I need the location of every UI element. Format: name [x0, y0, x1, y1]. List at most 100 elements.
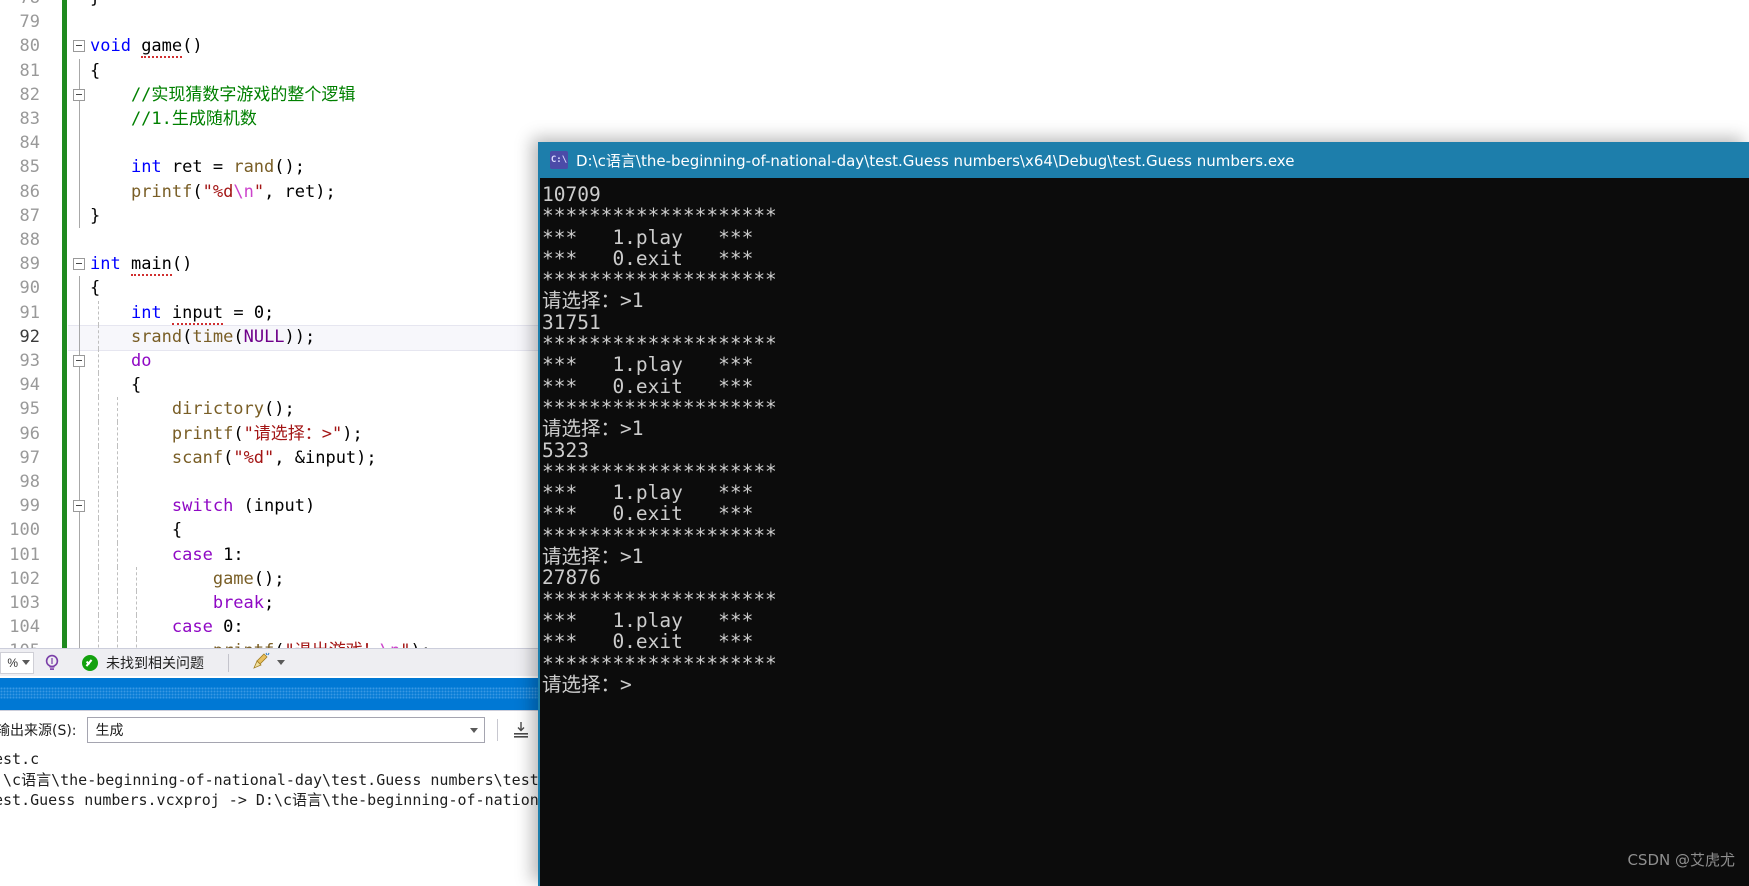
indent-guide: [79, 203, 80, 228]
code-line-text: void game(): [90, 34, 203, 59]
code-line-text: }: [90, 204, 100, 228]
collapse-toggle-icon[interactable]: [73, 40, 85, 53]
code-line[interactable]: 83 //1.生成随机数: [0, 107, 1100, 132]
code-token: (: [233, 326, 244, 347]
code-token: case: [171, 617, 213, 638]
console-line: 请选择：>1: [542, 289, 644, 313]
code-token: case: [171, 544, 213, 565]
console-line: 5323: [542, 438, 589, 462]
line-number: 81: [19, 60, 40, 81]
console-output-area[interactable]: 10709 ******************** *** 1.play *** *…: [538, 178, 1749, 886]
change-marker: [62, 228, 67, 253]
code-token: ));: [284, 326, 316, 347]
check-circle-icon: [82, 654, 98, 671]
console-window[interactable]: C:\ D:\c语言\the-beginning-of-national-day…: [538, 142, 1749, 886]
indent-guide: [79, 58, 80, 83]
console-line: *** 0.exit ***: [542, 502, 754, 526]
console-app-icon: C:\: [550, 151, 568, 169]
code-line[interactable]: 81 {: [0, 58, 1100, 83]
change-marker: [62, 82, 67, 107]
indent-guide: [79, 421, 80, 446]
code-token: (): [171, 254, 193, 275]
indent-guide: [79, 615, 80, 640]
code-line-text: printf("%d\n", ret);: [90, 180, 336, 204]
line-number: 103: [9, 593, 40, 613]
code-token: "%d": [233, 447, 275, 468]
code-token: (: [274, 641, 284, 648]
collapse-toggle-icon[interactable]: [73, 500, 85, 513]
line-number: 82: [19, 84, 40, 105]
change-marker: [62, 639, 67, 648]
code-token: ();: [264, 399, 295, 420]
change-marker: [62, 131, 67, 156]
code-token: {: [90, 375, 142, 396]
change-marker: [62, 276, 67, 301]
code-token: switch: [171, 496, 234, 517]
console-title-bar[interactable]: C:\ D:\c语言\the-beginning-of-national-day…: [538, 142, 1749, 178]
change-marker: [62, 349, 67, 374]
collapse-toggle-icon[interactable]: [73, 88, 85, 101]
console-line: 请选择：>1: [542, 417, 644, 441]
chevron-down-icon: [22, 660, 30, 665]
code-line[interactable]: 80 void game(): [0, 34, 1100, 59]
code-token: //1.生成随机数: [90, 109, 257, 129]
code-line-text: scanf("%d", &input);: [90, 446, 377, 470]
change-marker: [62, 494, 67, 519]
code-line[interactable]: 82 //实现猜数字游戏的整个逻辑: [0, 82, 1100, 107]
collapse-toggle-icon[interactable]: [73, 355, 85, 367]
code-line-text: int ret = rand();: [90, 155, 305, 179]
console-line: 27876: [542, 566, 601, 590]
indent-guide: [79, 397, 80, 422]
console-line: *** 0.exit ***: [542, 246, 754, 270]
code-token: int: [130, 157, 162, 178]
output-source-label: 输出来源(S):: [0, 723, 77, 739]
line-number: 104: [9, 617, 40, 638]
collapse-toggle-icon[interactable]: [73, 258, 85, 271]
code-line[interactable]: 78}: [0, 0, 1100, 11]
code-line-text: {: [90, 59, 100, 83]
code-token: "%d: [202, 181, 234, 202]
line-number: 79: [19, 12, 40, 33]
code-token: }: [90, 205, 101, 226]
change-marker: [62, 470, 67, 495]
code-token: printf: [130, 181, 193, 202]
broom-icon[interactable]: [251, 651, 271, 675]
change-marker: [62, 34, 67, 59]
indent-guide: [117, 470, 118, 495]
code-line[interactable]: 79: [0, 10, 1100, 35]
save-output-icon[interactable]: [510, 719, 532, 741]
code-token: (: [192, 181, 203, 202]
code-token: 1:: [212, 544, 244, 565]
code-token: (input): [233, 496, 316, 517]
status-message: 未找到相关问题: [106, 655, 204, 672]
code-token: rand: [233, 157, 275, 178]
line-number: 87: [19, 205, 40, 226]
code-line-text: break;: [90, 591, 274, 615]
code-token: time: [192, 326, 234, 347]
zoom-level-dropdown[interactable]: %: [0, 651, 34, 674]
code-token: (: [182, 326, 193, 347]
line-number: 78: [0, 0, 40, 10]
code-line-text: printf("退出游戏！\n");: [90, 639, 431, 648]
lightbulb-icon[interactable]: [42, 653, 62, 673]
code-token: game: [141, 36, 183, 59]
code-token: "退出游戏！: [285, 641, 380, 648]
output-source-dropdown[interactable]: 生成: [86, 717, 485, 743]
line-number: 98: [19, 472, 40, 492]
console-line: *** 0.exit ***: [542, 630, 754, 654]
code-token: {: [90, 278, 101, 299]
broom-chevron-down-icon[interactable]: [277, 660, 285, 665]
code-token: (: [233, 423, 244, 444]
indent-guide: [79, 179, 80, 204]
console-line: *** 1.play ***: [542, 353, 754, 377]
indent-guide: [79, 155, 80, 180]
